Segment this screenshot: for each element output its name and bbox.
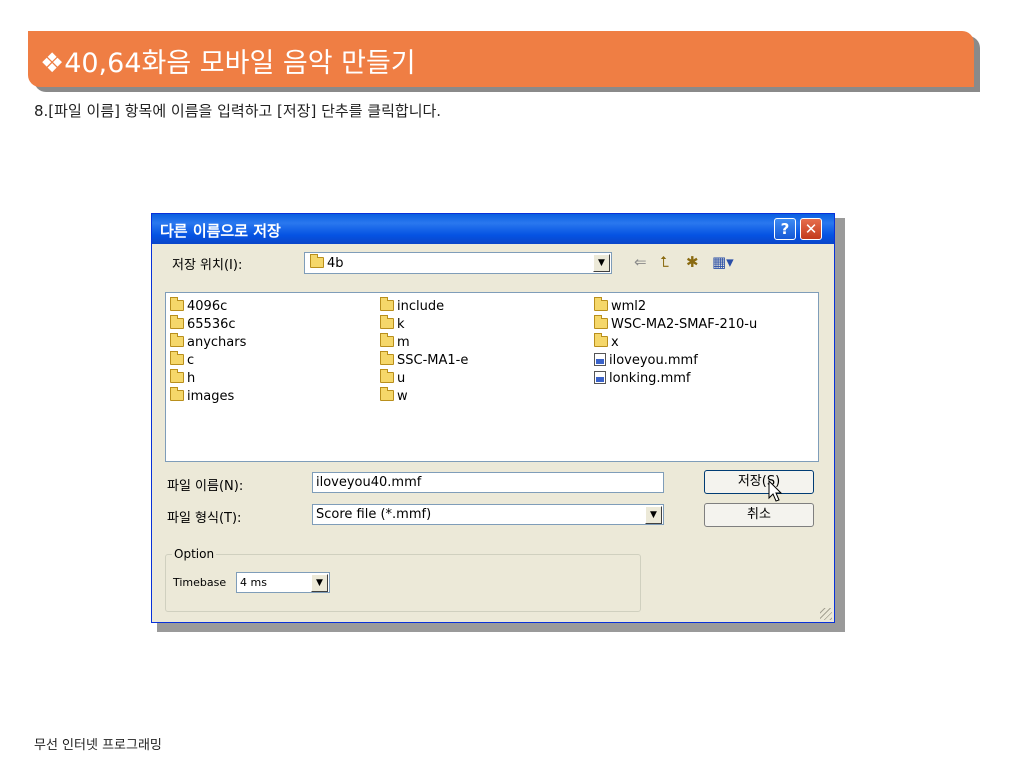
dialog-title: 다른 이름으로 저장 bbox=[160, 222, 281, 240]
new-folder-icon[interactable]: ✱ bbox=[686, 253, 699, 271]
file-list[interactable]: 4096c 65536c anychars c h images include… bbox=[165, 292, 819, 462]
list-item[interactable]: anychars bbox=[170, 333, 246, 350]
folder-icon bbox=[310, 254, 324, 268]
list-item[interactable]: iloveyou.mmf bbox=[594, 353, 698, 368]
close-button[interactable]: ✕ bbox=[800, 218, 822, 240]
mmf-file-icon bbox=[594, 353, 606, 366]
folder-icon bbox=[380, 387, 394, 401]
folder-icon bbox=[380, 333, 394, 347]
folder-icon bbox=[594, 333, 608, 347]
mmf-file-icon bbox=[594, 371, 606, 384]
save-as-dialog: 다른 이름으로 저장 ? ✕ 저장 위치(I): 4b ▼ ⇐ ⮤ ✱ ▦▾ 4… bbox=[151, 213, 835, 623]
folder-icon bbox=[594, 297, 608, 311]
folder-icon bbox=[380, 315, 394, 329]
folder-icon bbox=[170, 351, 184, 365]
list-item[interactable]: include bbox=[380, 297, 444, 314]
list-item[interactable]: SSC-MA1-e bbox=[380, 351, 468, 368]
list-item[interactable]: wml2 bbox=[594, 297, 646, 314]
folder-icon bbox=[380, 369, 394, 383]
footer-text: 무선 인터넷 프로그래밍 bbox=[34, 738, 162, 753]
folder-icon bbox=[380, 297, 394, 311]
mouse-cursor-icon bbox=[768, 480, 783, 502]
list-item[interactable]: 65536c bbox=[170, 315, 236, 332]
list-item[interactable]: lonking.mmf bbox=[594, 371, 690, 386]
list-item[interactable]: WSC-MA2-SMAF-210-u bbox=[594, 315, 757, 332]
help-button[interactable]: ? bbox=[774, 218, 796, 240]
save-in-label: 저장 위치(I): bbox=[172, 258, 243, 273]
dialog-titlebar[interactable]: 다른 이름으로 저장 ? ✕ bbox=[152, 214, 834, 244]
filename-input[interactable]: iloveyou40.mmf bbox=[312, 472, 664, 493]
folder-icon bbox=[380, 351, 394, 365]
folder-icon bbox=[170, 315, 184, 329]
list-item[interactable]: 4096c bbox=[170, 297, 227, 314]
option-group-title: Option bbox=[172, 547, 217, 561]
timebase-select[interactable]: 4 ms ▼ bbox=[236, 572, 330, 593]
list-item[interactable]: k bbox=[380, 315, 405, 332]
folder-icon bbox=[170, 333, 184, 347]
filetype-select[interactable]: Score file (*.mmf) ▼ bbox=[312, 504, 664, 525]
chevron-down-icon[interactable]: ▼ bbox=[645, 506, 662, 524]
list-item[interactable]: w bbox=[380, 387, 408, 404]
save-in-combo[interactable]: 4b ▼ bbox=[304, 252, 612, 274]
option-groupbox: Option Timebase 4 ms ▼ bbox=[165, 547, 641, 612]
instruction-text: 8.[파일 이름] 항목에 이름을 입력하고 [저장] 단추를 클릭합니다. bbox=[34, 102, 442, 120]
resize-grip-icon[interactable] bbox=[820, 608, 832, 620]
slide-title: ❖40,64화음 모바일 음악 만들기 bbox=[40, 48, 416, 79]
title-banner: ❖40,64화음 모바일 음악 만들기 bbox=[28, 31, 974, 87]
folder-icon bbox=[170, 297, 184, 311]
save-in-value: 4b bbox=[327, 256, 344, 271]
filetype-value: Score file (*.mmf) bbox=[316, 507, 432, 522]
view-menu-icon[interactable]: ▦▾ bbox=[712, 253, 734, 271]
timebase-value: 4 ms bbox=[240, 576, 267, 589]
back-arrow-icon[interactable]: ⇐ bbox=[634, 253, 647, 271]
chevron-down-icon[interactable]: ▼ bbox=[311, 574, 328, 592]
filename-value: iloveyou40.mmf bbox=[316, 475, 422, 490]
save-button[interactable]: 저장(S) bbox=[704, 470, 814, 494]
folder-icon bbox=[170, 369, 184, 383]
chevron-down-icon[interactable]: ▼ bbox=[593, 254, 610, 272]
cancel-button[interactable]: 취소 bbox=[704, 503, 814, 527]
list-item[interactable]: x bbox=[594, 333, 619, 350]
filename-label: 파일 이름(N): bbox=[167, 479, 244, 494]
folder-icon bbox=[594, 315, 608, 329]
list-item[interactable]: u bbox=[380, 369, 405, 386]
folder-icon bbox=[170, 387, 184, 401]
timebase-label: Timebase bbox=[173, 576, 227, 589]
up-folder-icon[interactable]: ⮤ bbox=[660, 253, 669, 271]
list-item[interactable]: images bbox=[170, 387, 234, 404]
list-item[interactable]: h bbox=[170, 369, 195, 386]
list-item[interactable]: m bbox=[380, 333, 410, 350]
list-item[interactable]: c bbox=[170, 351, 194, 368]
filetype-label: 파일 형식(T): bbox=[167, 511, 242, 526]
